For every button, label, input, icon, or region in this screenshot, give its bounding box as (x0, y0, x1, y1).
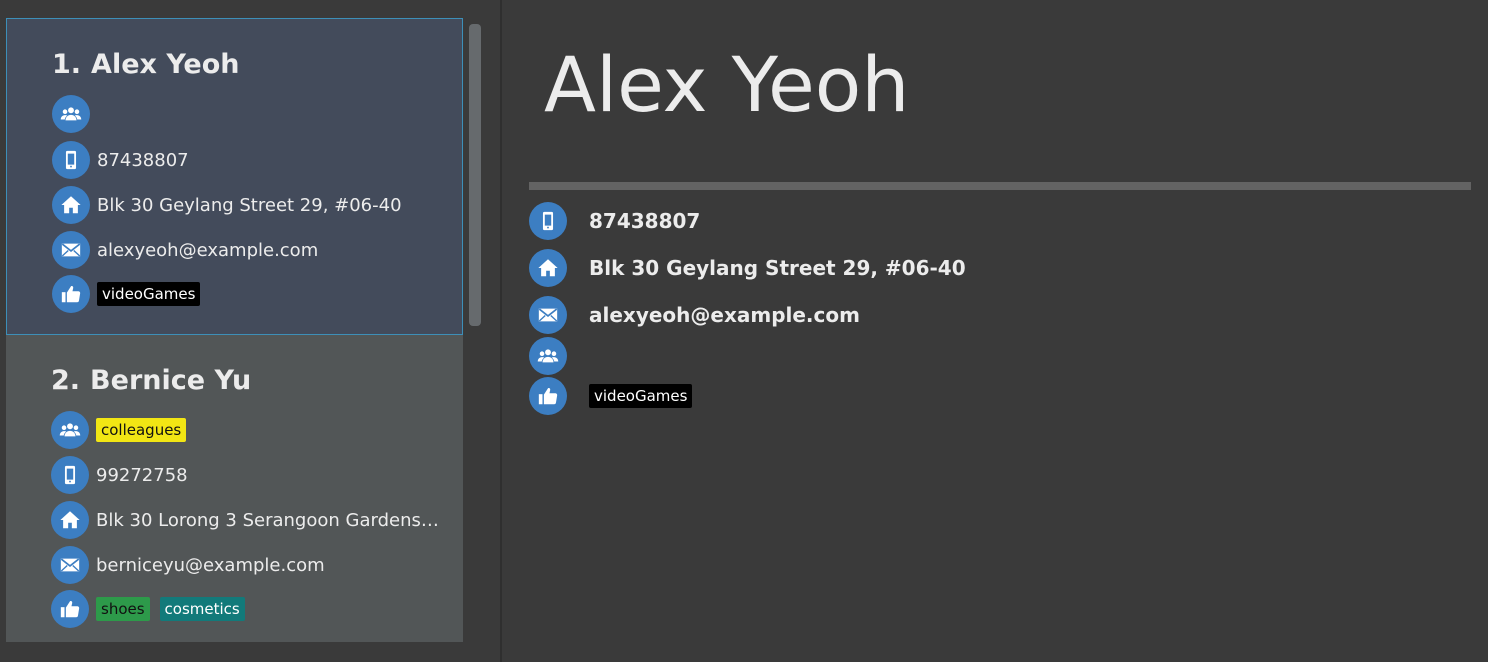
phone-icon (51, 456, 89, 494)
address-text: Blk 30 Lorong 3 Serangoon Gardens, #... (96, 509, 441, 531)
group-icon (52, 95, 90, 133)
scrollbar-thumb[interactable] (469, 24, 481, 326)
tag-shoes: shoes (96, 597, 150, 621)
detail-tags-row: videoGames (529, 377, 693, 415)
person-card-selected[interactable]: 1. Alex Yeoh 87438807 Blk 30 Geylang Stre… (6, 18, 463, 335)
group-tag-colleagues: colleagues (96, 418, 187, 442)
group-icon (529, 337, 567, 375)
email-text: alexyeoh@example.com (97, 239, 319, 261)
address-book-window: 1. Alex Yeoh 87438807 Blk 30 Geylang Stre… (0, 0, 1488, 662)
thumbs-up-icon (529, 377, 567, 415)
email-icon (51, 546, 89, 584)
phone-number: 87438807 (97, 149, 189, 171)
detail-address: Blk 30 Geylang Street 29, #06-40 (589, 256, 966, 280)
email-icon (529, 296, 567, 334)
group-icon (51, 411, 89, 449)
person-name: Alex Yeoh (91, 49, 240, 80)
phone-row: 99272758 (51, 456, 188, 494)
detail-separator (529, 182, 1471, 190)
thumbs-up-icon (51, 590, 89, 628)
person-card[interactable]: 2. Bernice Yu colleagues 99272758 Blk 30 … (6, 335, 463, 642)
email-text: berniceyu@example.com (96, 554, 325, 576)
email-row: alexyeoh@example.com (52, 231, 318, 269)
home-icon (52, 186, 90, 224)
group-row: colleagues (51, 411, 187, 449)
address-text: Blk 30 Geylang Street 29, #06-40 (97, 194, 402, 216)
tags-row: videoGames (52, 275, 201, 313)
person-index: 2. (51, 365, 81, 396)
phone-number: 99272758 (96, 464, 188, 486)
tags-row: shoes cosmetics (51, 590, 245, 628)
phone-icon (52, 141, 90, 179)
person-detail-panel: Alex Yeoh 87438807 Blk 30 Geylang Street… (502, 0, 1488, 662)
detail-email: alexyeoh@example.com (589, 303, 860, 327)
detail-person-name: Alex Yeoh (544, 40, 910, 129)
email-icon (52, 231, 90, 269)
email-row: berniceyu@example.com (51, 546, 325, 584)
tag-videogames: videoGames (97, 282, 201, 306)
detail-address-row: Blk 30 Geylang Street 29, #06-40 (529, 249, 966, 287)
detail-phone: 87438807 (589, 209, 701, 233)
person-index: 1. (52, 49, 82, 80)
detail-email-row: alexyeoh@example.com (529, 296, 860, 334)
home-icon (529, 249, 567, 287)
home-icon (51, 501, 89, 539)
detail-tag-videogames: videoGames (589, 384, 693, 408)
group-row (52, 95, 90, 133)
address-row: Blk 30 Lorong 3 Serangoon Gardens, #... (51, 501, 441, 539)
thumbs-up-icon (52, 275, 90, 313)
phone-row: 87438807 (52, 141, 189, 179)
person-list-scrollbar[interactable] (467, 20, 483, 640)
tag-cosmetics: cosmetics (159, 597, 245, 621)
detail-group-row (529, 337, 567, 375)
detail-phone-row: 87438807 (529, 202, 700, 240)
person-card-title: 1. Alex Yeoh (52, 49, 239, 80)
address-row: Blk 30 Geylang Street 29, #06-40 (52, 186, 402, 224)
person-list-panel: 1. Alex Yeoh 87438807 Blk 30 Geylang Stre… (0, 0, 500, 662)
person-card-title: 2. Bernice Yu (51, 365, 251, 396)
phone-icon (529, 202, 567, 240)
person-name: Bernice Yu (90, 365, 252, 396)
